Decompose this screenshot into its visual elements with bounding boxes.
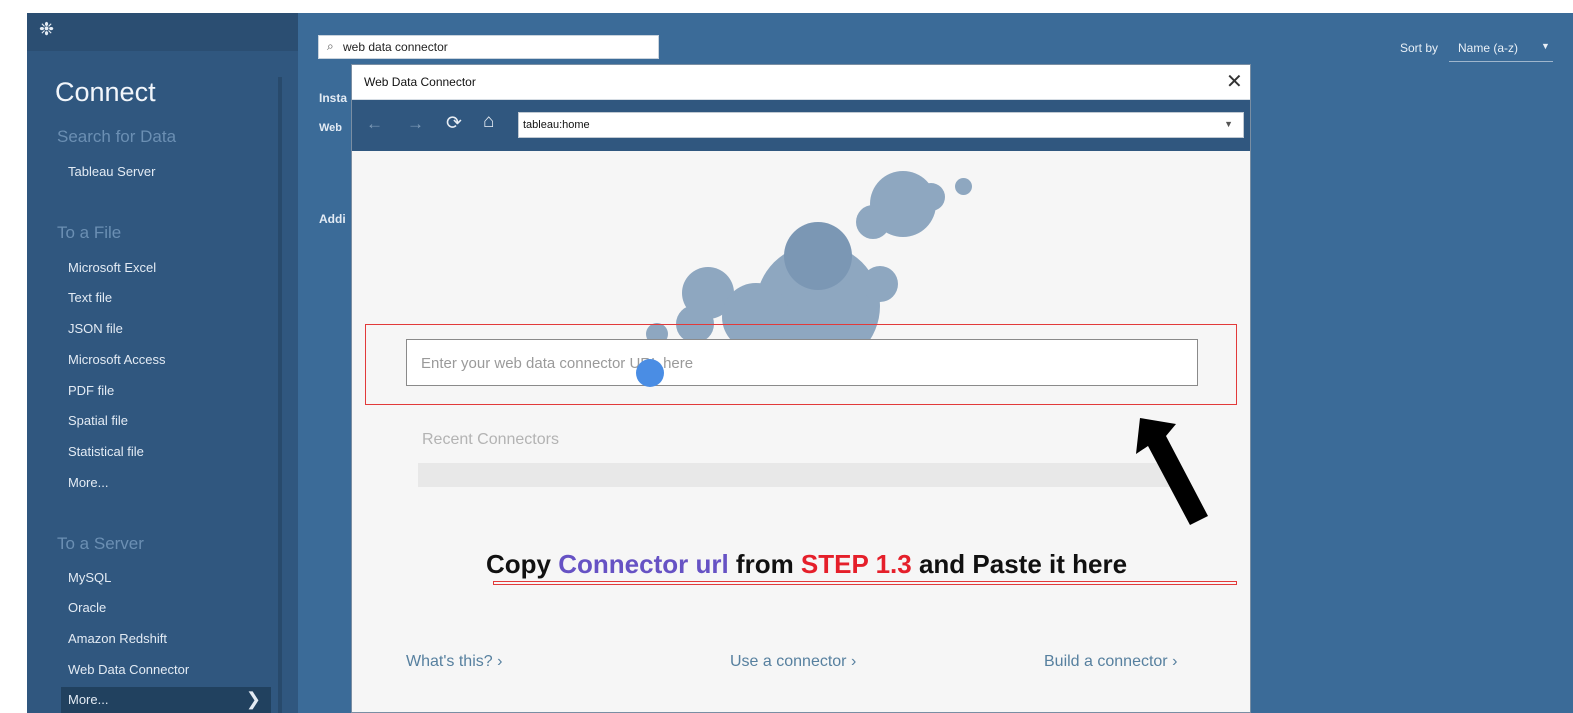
build-a-connector-link[interactable]: Build a connector › [1044, 653, 1177, 671]
search-for-data-heading: Search for Data [57, 127, 177, 146]
connector-url-field[interactable] [406, 339, 1198, 386]
forward-arrow-icon[interactable]: → [407, 114, 424, 134]
sidebar-item-microsoft-excel[interactable]: Microsoft Excel [68, 260, 156, 275]
annotation-connector-url: Connector url [558, 549, 729, 579]
instruction-annotation: Copy Connector url from STEP 1.3 and Pas… [486, 549, 1127, 580]
annotation-paste: and Paste it here [911, 549, 1128, 579]
web-connector-item[interactable]: Web [319, 122, 351, 134]
connect-title: Connect [55, 77, 156, 107]
sidebar-item-pdf-file[interactable]: PDF file [68, 383, 114, 398]
tableau-logo-icon[interactable]: ❉ [39, 19, 54, 40]
web-data-connector-dialog: Web Data Connector ✕ ← → ⟳ ⌂ tableau:hom… [351, 64, 1251, 713]
sidebar-header: ❉ [27, 13, 298, 51]
address-value: tableau:home [523, 119, 590, 131]
connect-sidebar: ❉ Connect Search for Data Tableau Server… [27, 13, 298, 713]
sidebar-item-amazon-redshift[interactable]: Amazon Redshift [68, 631, 167, 646]
sidebar-item-microsoft-access[interactable]: Microsoft Access [68, 352, 166, 367]
home-icon[interactable]: ⌂ [483, 111, 494, 133]
search-box[interactable]: ⌕ [318, 35, 659, 59]
annotation-underline [493, 581, 1237, 585]
sort-value: Name (a-z) [1458, 41, 1519, 55]
browser-nav-bar: ← → ⟳ ⌂ tableau:home ▼ [352, 100, 1250, 151]
sidebar-item-mysql[interactable]: MySQL [68, 570, 111, 585]
to-a-server-heading: To a Server [57, 534, 144, 553]
back-arrow-icon[interactable]: ← [366, 114, 383, 134]
installed-connectors-heading: Insta [319, 91, 348, 105]
annotation-copy: Copy [486, 549, 559, 579]
sidebar-item-tableau-server[interactable]: Tableau Server [68, 164, 155, 179]
arrow-up-icon [1136, 418, 1208, 525]
address-bar[interactable]: tableau:home ▼ [518, 112, 1244, 138]
to-a-file-heading: To a File [57, 223, 122, 242]
sidebar-item-server-more[interactable]: More... ❯ [61, 687, 271, 713]
search-icon: ⌕ [327, 39, 334, 53]
connector-url-input[interactable] [421, 353, 1121, 373]
chevron-right-icon: ❯ [245, 689, 261, 709]
recent-connectors-list [418, 463, 1178, 487]
sidebar-item-file-more[interactable]: More... [68, 475, 108, 490]
sidebar-item-web-data-connector[interactable]: Web Data Connector [68, 662, 189, 677]
chevron-down-icon: ▼ [1541, 41, 1550, 51]
close-icon[interactable]: ✕ [1226, 69, 1243, 94]
additional-connectors-heading: Addi [319, 212, 346, 226]
sidebar-scrollbar[interactable] [278, 77, 282, 713]
whats-this-link[interactable]: What's this? › [406, 653, 502, 671]
annotation-from: from [728, 549, 801, 579]
sidebar-item-spatial-file[interactable]: Spatial file [68, 413, 128, 428]
bubble [856, 205, 890, 239]
chevron-down-icon: ▼ [1224, 119, 1233, 129]
bubble [784, 222, 852, 290]
bubble [917, 183, 945, 211]
recent-connectors-label: Recent Connectors [422, 431, 559, 448]
sidebar-item-statistical-file[interactable]: Statistical file [68, 444, 144, 459]
search-input[interactable] [343, 39, 643, 55]
sidebar-item-oracle[interactable]: Oracle [68, 600, 106, 615]
sort-by-label: Sort by [1400, 41, 1439, 55]
touch-cursor-icon [636, 359, 664, 387]
dialog-title-bar: Web Data Connector ✕ [352, 65, 1250, 100]
bubble [862, 266, 898, 302]
use-a-connector-link[interactable]: Use a connector › [730, 653, 856, 671]
server-more-label: More... [68, 692, 109, 707]
annotation-step: STEP 1.3 [800, 549, 912, 579]
sidebar-item-text-file[interactable]: Text file [68, 290, 112, 305]
bubble [955, 178, 972, 195]
sidebar-item-json-file[interactable]: JSON file [68, 321, 123, 336]
refresh-icon[interactable]: ⟳ [446, 112, 462, 135]
sort-dropdown[interactable]: Name (a-z) ▼ [1449, 39, 1553, 62]
dialog-title: Web Data Connector [364, 75, 476, 89]
